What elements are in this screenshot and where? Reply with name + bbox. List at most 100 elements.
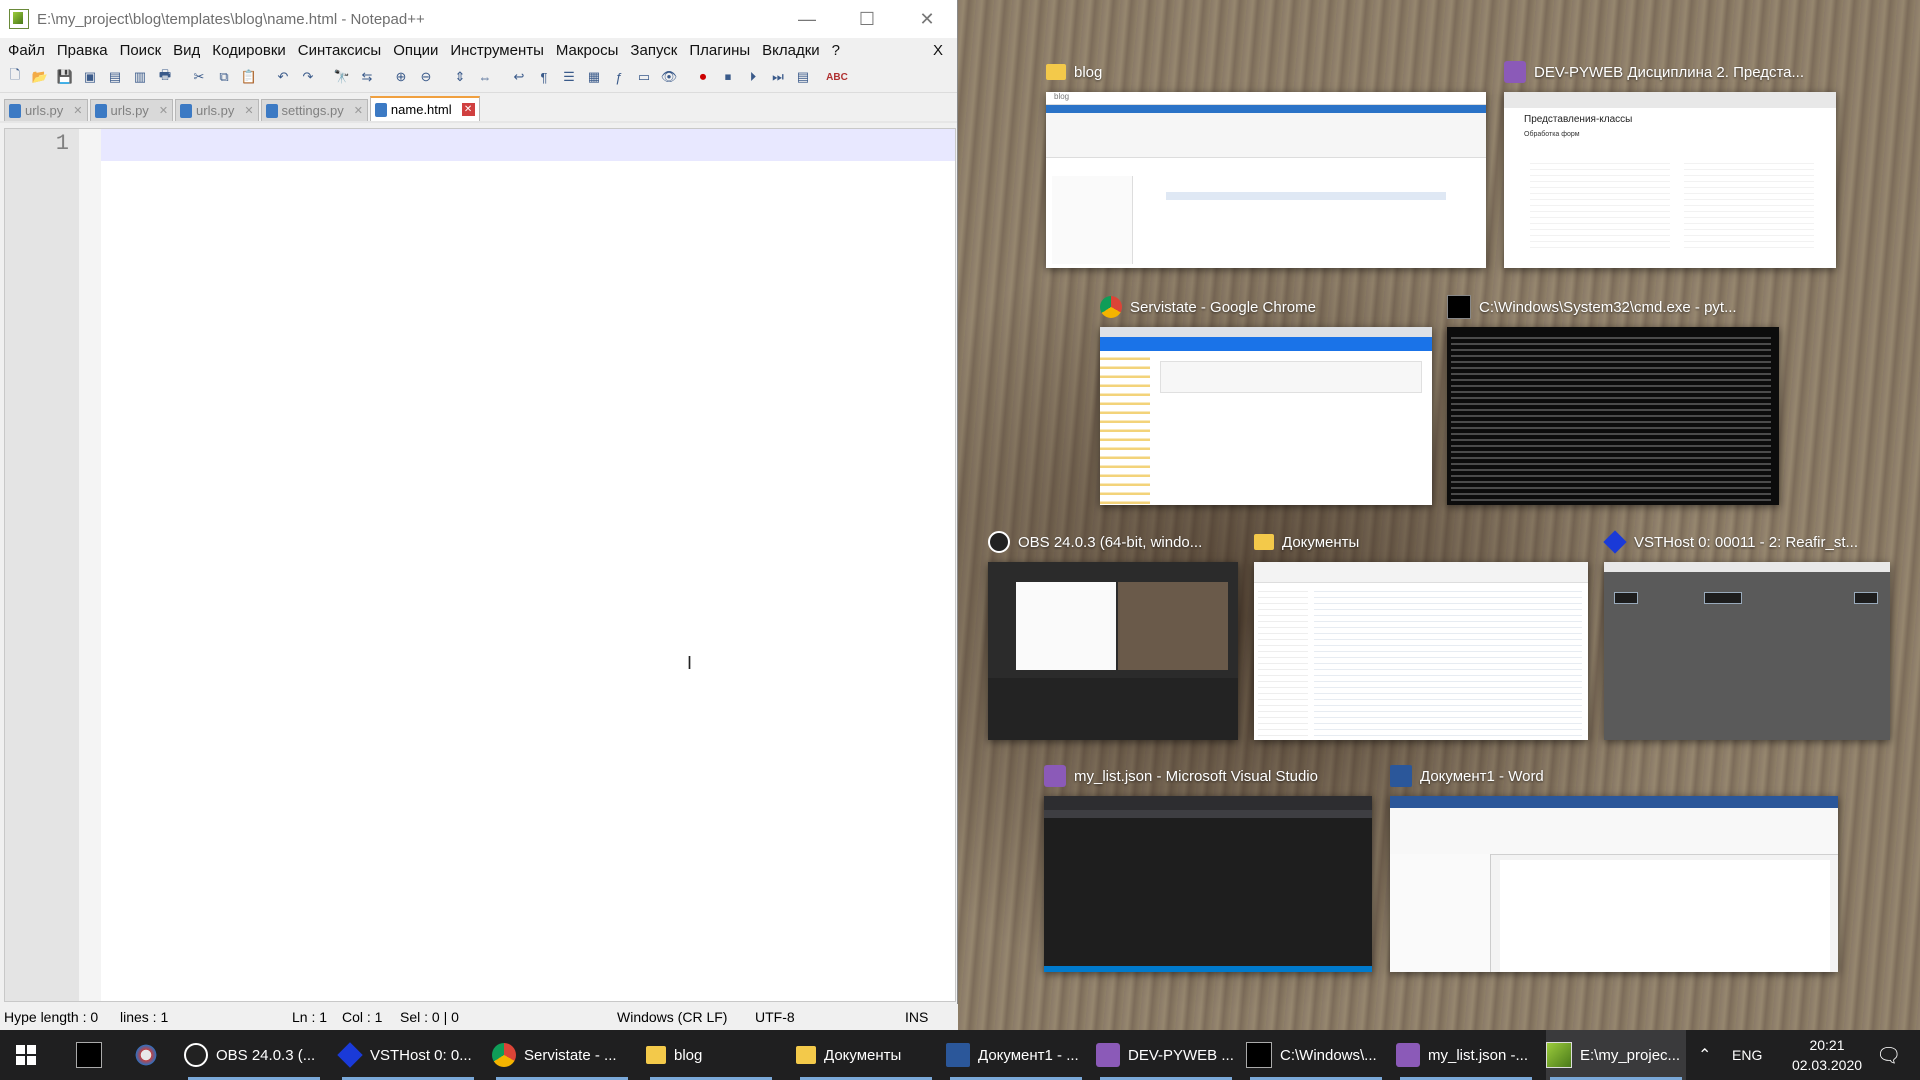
monitoring-icon[interactable]: 👁 (658, 66, 680, 88)
taskbar-label: Servistate - ... (524, 1046, 617, 1064)
thumbnail-explorer: blog (1046, 92, 1486, 268)
tab-urls-3[interactable]: urls.py ✕ (175, 99, 259, 121)
minimize-button[interactable]: — (777, 0, 837, 38)
show-hidden-icons-button[interactable]: ⌃ (1698, 1030, 1711, 1080)
menu-plugins[interactable]: Плагины (683, 42, 756, 59)
status-mode[interactable]: INS (905, 1009, 928, 1025)
find-icon[interactable]: 🔭 (331, 66, 353, 88)
tab-close-icon[interactable]: ✕ (159, 104, 168, 117)
undo-icon[interactable]: ↶ (272, 66, 294, 88)
tab-urls-2[interactable]: urls.py ✕ (89, 99, 174, 121)
fold-margin[interactable] (79, 129, 101, 1001)
word-wrap-icon[interactable]: ↩ (508, 66, 530, 88)
taskbar: OBS 24.0.3 (... VSTHost 0: 0... Servista… (0, 1030, 1920, 1080)
status-eol[interactable]: Windows (CR LF) (617, 1009, 727, 1025)
sync-horizontal-icon[interactable]: ⇔ (474, 66, 496, 88)
replace-icon[interactable]: ⇆ (356, 66, 378, 88)
tab-label: urls.py (110, 103, 149, 118)
tab-bar: urls.py ✕ urls.py ✕ urls.py ✕ settings.py ✕ … (0, 96, 957, 123)
status-encoding[interactable]: UTF-8 (755, 1009, 795, 1025)
function-list-icon[interactable]: ƒ (608, 66, 630, 88)
record-macro-icon[interactable]: ⏺ (692, 66, 714, 88)
tab-close-icon[interactable]: ✕ (244, 104, 253, 117)
taskview-item-chrome[interactable]: Servistate - Google Chrome (1100, 293, 1432, 505)
close-button[interactable]: ✕ (897, 0, 957, 38)
save-all-icon[interactable]: ▣ (79, 66, 101, 88)
start-button[interactable] (16, 1030, 46, 1080)
doc-map-icon[interactable]: ▦ (583, 66, 605, 88)
taskview-item-dev-pyweb[interactable]: DEV-PYWEB Дисциплина 2. Предста... Предс… (1504, 58, 1836, 268)
line-number-gutter: 1 (5, 129, 79, 1001)
taskbar-item-notepadpp[interactable]: E:\my_projec... (1546, 1030, 1686, 1080)
pinned-app[interactable] (134, 1030, 158, 1080)
taskview-item-blog[interactable]: blog blog (1046, 58, 1486, 268)
taskbar-item-chrome[interactable]: Servistate - ... (492, 1030, 632, 1080)
taskbar-item-blog[interactable]: blog (646, 1030, 776, 1080)
menu-edit[interactable]: Правка (51, 42, 114, 59)
taskview-item-documents[interactable]: Документы (1254, 528, 1588, 740)
tab-name-html[interactable]: name.html ✕ (369, 96, 480, 121)
tab-close-icon[interactable]: ✕ (73, 104, 82, 117)
tab-settings[interactable]: settings.py ✕ (260, 99, 368, 121)
save-icon[interactable]: 💾 (54, 66, 76, 88)
menu-tools[interactable]: Инструменты (444, 42, 550, 59)
toolbar-separator (499, 66, 505, 88)
zoom-in-icon[interactable]: ⊕ (390, 66, 412, 88)
menu-file[interactable]: Файл (2, 42, 51, 59)
play-macro-icon[interactable]: ⏵ (742, 66, 764, 88)
taskview-item-visual-studio[interactable]: my_list.json - Microsoft Visual Studio (1044, 762, 1372, 976)
taskview-item-cmd[interactable]: C:\Windows\System32\cmd.exe - pyt... (1447, 293, 1779, 505)
show-all-chars-icon[interactable]: ¶ (533, 66, 555, 88)
open-file-icon[interactable]: 📂 (29, 66, 51, 88)
taskbar-item-obs[interactable]: OBS 24.0.3 (... (184, 1030, 324, 1080)
taskbar-item-vsthost[interactable]: VSTHost 0: 0... (337, 1030, 478, 1080)
thumb-title: blog (1046, 92, 1486, 105)
tab-urls-1[interactable]: urls.py ✕ (4, 99, 88, 121)
paste-icon[interactable]: 📋 (238, 66, 260, 88)
taskbar-item-dev-pyweb[interactable]: DEV-PYWEB ... (1096, 1030, 1236, 1080)
tab-close-icon[interactable]: ✕ (354, 104, 363, 117)
print-icon[interactable]: 🖶 (154, 66, 176, 88)
taskview-item-word[interactable]: Документ1 - Word (1390, 762, 1838, 976)
taskbar-item-documents[interactable]: Документы (796, 1030, 936, 1080)
taskbar-item-visual-studio[interactable]: my_list.json -... (1396, 1030, 1536, 1080)
menu-settings[interactable]: Опции (387, 42, 444, 59)
chrome-icon (492, 1043, 516, 1067)
run-macro-multiple-icon[interactable]: ⏭ (767, 66, 789, 88)
tab-close-icon[interactable]: ✕ (461, 103, 475, 116)
close-document-button[interactable]: X (927, 42, 949, 59)
menu-window[interactable]: Вкладки (756, 42, 826, 59)
menu-encoding[interactable]: Кодировки (206, 42, 291, 59)
taskbar-item-word[interactable]: Документ1 - ... (946, 1030, 1086, 1080)
stop-macro-icon[interactable]: ⏹ (717, 66, 739, 88)
language-indicator[interactable]: ENG (1732, 1030, 1762, 1080)
menu-view[interactable]: Вид (167, 42, 206, 59)
menu-run[interactable]: Запуск (624, 42, 683, 59)
menu-language[interactable]: Синтаксисы (292, 42, 387, 59)
close-all-icon[interactable]: ▥ (129, 66, 151, 88)
taskview-item-vsthost[interactable]: VSTHost 0: 00011 - 2: Reafir_st... (1603, 528, 1890, 740)
pinned-terminal[interactable] (76, 1030, 102, 1080)
new-file-icon[interactable]: 🗋 (4, 66, 26, 88)
close-file-icon[interactable]: ▤ (104, 66, 126, 88)
spell-check-icon[interactable]: ABC (826, 66, 848, 88)
redo-icon[interactable]: ↷ (297, 66, 319, 88)
folder-workspace-icon[interactable]: ▭ (633, 66, 655, 88)
save-macro-icon[interactable]: ▤ (792, 66, 814, 88)
menu-help[interactable]: ? (826, 42, 846, 59)
sync-vertical-icon[interactable]: ⇕ (449, 66, 471, 88)
copy-icon[interactable]: ⧉ (213, 66, 235, 88)
editor-area[interactable]: 1 I (4, 128, 956, 1002)
menu-search[interactable]: Поиск (114, 42, 168, 59)
zoom-out-icon[interactable]: ⊖ (415, 66, 437, 88)
menu-macro[interactable]: Макросы (550, 42, 625, 59)
taskbar-item-cmd[interactable]: C:\Windows\... (1246, 1030, 1386, 1080)
clock[interactable]: 20:21 02.03.2020 (1782, 1030, 1872, 1080)
cut-icon[interactable]: ✂ (188, 66, 210, 88)
action-center-button[interactable]: 🗨 (1876, 1030, 1901, 1080)
title-bar[interactable]: E:\my_project\blog\templates\blog\name.h… (0, 0, 957, 38)
indent-guide-icon[interactable]: ☰ (558, 66, 580, 88)
notepadpp-window[interactable]: E:\my_project\blog\templates\blog\name.h… (0, 0, 958, 1030)
taskview-item-obs[interactable]: OBS 24.0.3 (64-bit, windo... (988, 528, 1238, 740)
maximize-button[interactable]: ☐ (837, 0, 897, 38)
